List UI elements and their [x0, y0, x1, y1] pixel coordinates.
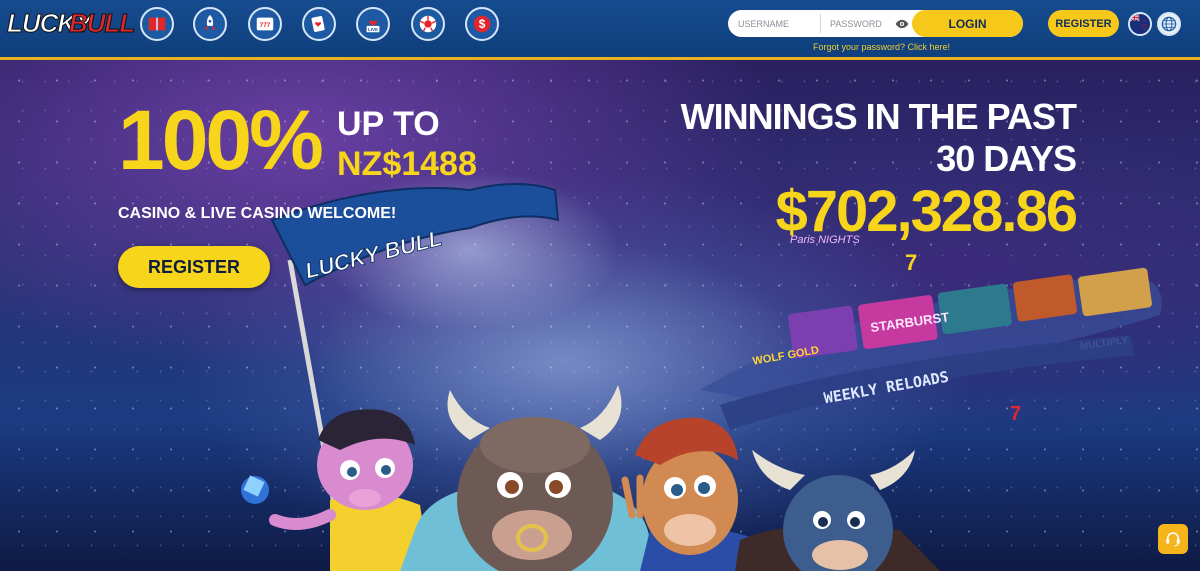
login-button[interactable]: LOGIN — [912, 10, 1023, 37]
username-input[interactable] — [736, 17, 820, 30]
register-button-header[interactable]: REGISTER — [1048, 10, 1119, 37]
pink-character — [241, 409, 430, 571]
headset-icon — [1166, 532, 1180, 547]
soccer-ball-icon[interactable] — [411, 7, 445, 41]
bonus-percent: 100% — [118, 93, 324, 187]
dollar-icon[interactable]: $ — [465, 7, 499, 41]
globe-icon[interactable] — [1157, 12, 1181, 36]
bonus-up-to: UP TO — [337, 105, 440, 143]
winnings-amount: $702,328.86 — [775, 179, 1078, 244]
winnings-title: WINNINGS IN THE PAST 30 DAYS — [680, 96, 1077, 179]
register-button-hero[interactable]: REGISTER — [118, 246, 270, 288]
cards-icon[interactable] — [302, 7, 336, 41]
eye-icon[interactable] — [895, 17, 909, 31]
username-field-wrap — [736, 10, 820, 37]
nz-flag-icon[interactable] — [1128, 12, 1152, 36]
top-navigation-bar: LUCKY BULL 777 LIVE $ LOGIN Forgot your … — [0, 0, 1200, 60]
svg-text:777: 777 — [260, 22, 271, 29]
blue-bull-character — [735, 450, 940, 571]
password-field-wrap — [828, 10, 898, 37]
game-tile — [1013, 274, 1077, 322]
svg-text:$: $ — [479, 17, 486, 31]
password-input[interactable] — [828, 17, 896, 30]
live-icon[interactable]: LIVE — [356, 7, 390, 41]
seven-symbol: 7 — [1010, 403, 1021, 425]
welcome-offer-text: CASINO & LIVE CASINO WELCOME! — [118, 205, 397, 222]
slot-machine-icon[interactable]: 777 — [248, 7, 282, 41]
field-divider — [820, 14, 821, 33]
logo-bull: BULL — [68, 8, 135, 39]
book-icon[interactable] — [140, 7, 174, 41]
lucky-bull-logo[interactable]: LUCKY BULL — [7, 8, 136, 39]
forgot-password-link[interactable]: Forgot your password? Click here! — [813, 42, 950, 52]
live-label: LIVE — [368, 27, 378, 32]
support-chat-button[interactable] — [1158, 524, 1188, 554]
hero-banner: LUCKY BULL STARBURST WOLF GOLD Paris NIG… — [0, 60, 1200, 571]
rocket-icon[interactable] — [193, 7, 227, 41]
bonus-amount: NZ$1488 — [337, 145, 477, 183]
seven-symbol: 7 — [905, 250, 917, 275]
